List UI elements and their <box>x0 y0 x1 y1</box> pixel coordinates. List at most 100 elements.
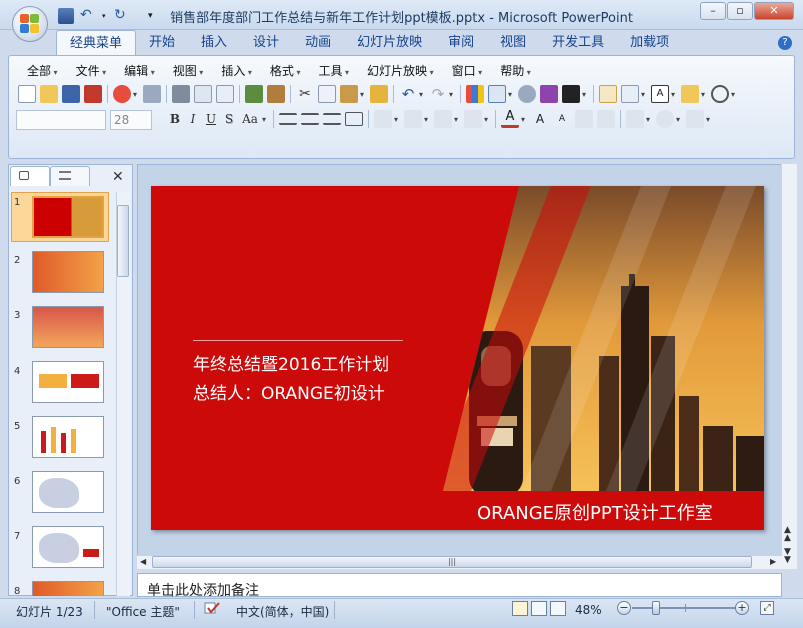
horizontal-scrollbar-thumb[interactable]: ||| <box>152 556 752 568</box>
align-center-icon[interactable] <box>301 113 319 125</box>
open-folder-icon[interactable] <box>40 85 58 103</box>
scroll-right-icon[interactable]: ▶ <box>770 557 776 566</box>
menu-view[interactable]: 视图 <box>164 62 213 79</box>
tab-addins[interactable]: 加载项 <box>617 30 682 56</box>
permission-dropdown-icon[interactable]: ▾ <box>133 90 141 99</box>
shrink-font-icon[interactable]: A <box>553 110 571 128</box>
zoom-in-icon[interactable]: + <box>735 601 749 615</box>
find-icon[interactable] <box>711 85 729 103</box>
redo-dropdown-icon[interactable]: ▾ <box>449 90 457 99</box>
new-file-icon[interactable] <box>18 85 36 103</box>
menu-all[interactable]: 全部 <box>18 62 67 79</box>
undo-icon[interactable]: ↶ <box>399 85 417 103</box>
slide-sorter-icon[interactable] <box>531 601 547 616</box>
tab-home[interactable]: 开始 <box>136 30 188 56</box>
font-color-dropdown-icon[interactable]: ▾ <box>521 115 529 124</box>
increase-indent-icon[interactable] <box>597 110 615 128</box>
tab-slideshow[interactable]: 幻灯片放映 <box>344 30 435 56</box>
paste-dropdown-icon[interactable]: ▾ <box>360 90 368 99</box>
color-dropdown-icon[interactable]: ▾ <box>582 90 590 99</box>
tab-design[interactable]: 设计 <box>240 30 292 56</box>
maximize-button[interactable]: ▫ <box>727 2 753 20</box>
shapes-dropdown-icon[interactable]: ▾ <box>676 115 684 124</box>
font-name-box[interactable] <box>16 110 106 130</box>
permission-icon[interactable] <box>113 85 131 103</box>
italic-button[interactable]: I <box>184 112 202 126</box>
color-scheme-icon[interactable] <box>562 85 580 103</box>
change-case-button[interactable]: Aa <box>238 112 262 126</box>
layout-icon[interactable] <box>621 85 639 103</box>
slideshow-view-icon[interactable] <box>550 601 566 616</box>
save-icon[interactable] <box>62 85 80 103</box>
textbox-icon[interactable]: A <box>651 85 669 103</box>
fit-to-window-icon[interactable]: ⤢ <box>760 601 774 615</box>
text-direction-icon[interactable] <box>374 110 392 128</box>
new-slide-icon[interactable] <box>599 85 617 103</box>
menu-format[interactable]: 格式 <box>261 62 310 79</box>
tab-outline[interactable] <box>50 166 90 186</box>
slide-thumbnail-1[interactable] <box>32 196 104 238</box>
spelling-check-icon[interactable] <box>204 602 220 616</box>
menu-slideshow[interactable]: 幻灯片放映 <box>358 62 443 79</box>
arrange-dropdown-icon[interactable]: ▾ <box>646 115 654 124</box>
menu-help[interactable]: 帮助 <box>491 62 540 79</box>
arrange-icon[interactable] <box>626 110 644 128</box>
tab-developer[interactable]: 开发工具 <box>539 30 617 56</box>
slide-author[interactable]: 总结人：ORANGE初设计 <box>193 379 385 404</box>
slide-studio-credit[interactable]: ORANGE原创PPT设计工作室 <box>477 499 713 525</box>
bullets-icon[interactable] <box>464 110 482 128</box>
find-dropdown-icon[interactable]: ▾ <box>731 90 739 99</box>
print-preview-icon[interactable] <box>194 85 212 103</box>
open-folder2-icon[interactable] <box>681 85 699 103</box>
spelling-icon[interactable] <box>245 85 263 103</box>
align-text-dropdown-icon[interactable]: ▾ <box>424 115 432 124</box>
slides-scrollbar-thumb[interactable] <box>117 205 129 277</box>
textbox-dropdown-icon[interactable]: ▾ <box>671 90 679 99</box>
bold-button[interactable]: B <box>166 112 184 126</box>
insert-table-icon[interactable] <box>488 85 506 103</box>
close-button[interactable]: ✕ <box>754 2 794 20</box>
font-size-box[interactable]: 28 <box>110 110 152 130</box>
research-icon[interactable] <box>267 85 285 103</box>
current-slide[interactable]: 年终总结暨2016工作计划 总结人：ORANGE初设计 ORANGE原创PPT设… <box>151 186 764 530</box>
scroll-left-icon[interactable]: ◀ <box>140 557 146 566</box>
tab-insert[interactable]: 插入 <box>188 30 240 56</box>
editor-scrollbar[interactable]: ▲ ▲ ▼ ▼ <box>781 164 797 569</box>
shapes-icon[interactable] <box>656 110 674 128</box>
tab-slides-thumbnails[interactable] <box>10 166 50 186</box>
help-icon[interactable]: ? <box>778 36 792 50</box>
cut-icon[interactable]: ✂ <box>296 85 314 103</box>
underline-button[interactable]: U <box>202 112 220 126</box>
folder-dropdown-icon[interactable]: ▾ <box>701 90 709 99</box>
copy-icon[interactable] <box>318 85 336 103</box>
menu-tools[interactable]: 工具 <box>309 62 358 79</box>
page-setup-icon[interactable] <box>216 85 234 103</box>
zoom-slider-knob[interactable] <box>652 601 660 615</box>
next-slide-icon[interactable]: ▼ ▼ <box>784 548 791 565</box>
slide-thumbnail-7[interactable] <box>32 526 104 568</box>
align-left-icon[interactable] <box>279 113 297 125</box>
align-right-icon[interactable] <box>323 113 341 125</box>
theme-name[interactable]: "Office 主题" <box>106 603 180 620</box>
justify-icon[interactable] <box>345 112 363 126</box>
numbering-icon[interactable] <box>434 110 452 128</box>
prev-slide-icon[interactable]: ▲ ▲ <box>784 526 791 543</box>
zoom-level[interactable]: 48% <box>575 603 602 617</box>
menu-edit[interactable]: 编辑 <box>115 62 164 79</box>
slide-title[interactable]: 年终总结暨2016工作计划 <box>193 350 389 375</box>
normal-view-icon[interactable] <box>512 601 528 616</box>
notes-pane[interactable]: 单击此处添加备注 <box>137 573 782 599</box>
slide-thumbnail-2[interactable] <box>32 251 104 293</box>
slide-thumbnail-5[interactable] <box>32 416 104 458</box>
direction-dropdown-icon[interactable]: ▾ <box>394 115 402 124</box>
minimize-button[interactable]: – <box>700 2 726 20</box>
fill-dropdown-icon[interactable]: ▾ <box>706 115 714 124</box>
slide-thumbnail-8[interactable] <box>32 581 104 596</box>
tab-classic-menu[interactable]: 经典菜单 <box>56 30 137 56</box>
insert-picture-icon[interactable] <box>540 85 558 103</box>
attach-icon[interactable] <box>143 85 161 103</box>
language-indicator[interactable]: 中文(简体，中国) <box>236 603 329 620</box>
grow-font-icon[interactable]: A <box>531 110 549 128</box>
shadow-button[interactable]: S <box>220 112 238 126</box>
print-icon[interactable] <box>172 85 190 103</box>
